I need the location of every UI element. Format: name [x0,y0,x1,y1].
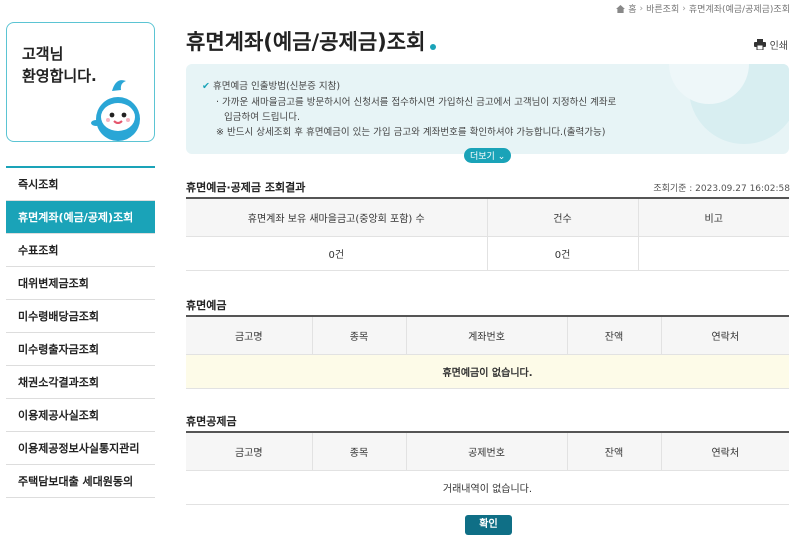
sidebar-item-subrogation[interactable]: 대위변제금조회 [6,267,155,300]
info-line-2: · 가까운 새마을금고를 방문하시어 신청서를 접수하시면 가입하신 금고에서 … [216,97,617,108]
breadcrumb-home[interactable]: 홈 [628,2,636,15]
deposit-title: 휴면예금 [186,299,227,312]
mascot-icon [91,80,140,141]
table-header-row: 금고명 종목 공제번호 잔액 연락처 [186,432,789,471]
table-cell: 0건 [487,236,639,271]
table-cell [638,236,789,271]
welcome-box: 고객님 환영합니다. [6,22,155,142]
table-header-row: 금고명 종목 계좌번호 잔액 연락처 [186,316,789,355]
table-row: 휴면예금이 없습니다. [186,354,789,389]
more-button[interactable]: 더보기 ⌄ [464,148,512,163]
mutual-table: 금고명 종목 공제번호 잔액 연락처 거래내역이 없습니다. [186,431,789,505]
table-header: 비고 [638,198,789,237]
table-row: 거래내역이 없습니다. [186,470,789,505]
result-title: 휴면예금·공제금 조회결과 [186,181,306,194]
mutual-title: 휴면공제금 [186,415,237,428]
sidebar-item-notification[interactable]: 이용제공정보사실통지관리 [6,432,155,465]
info-line-3: 입금하여 드립니다. [224,112,300,123]
info-line-1: ✔ 휴면예금 인출방법(신분증 지참) [202,81,341,92]
table-header: 종목 [312,432,407,471]
sidebar-item-check[interactable]: 수표조회 [6,234,155,267]
table-header: 금고명 [186,432,313,471]
sidebar-item-bond[interactable]: 채권소각결과조회 [6,366,155,399]
breadcrumb: 홈 › 바른조회 › 휴면계좌(예금/공제금)조회 [616,2,790,15]
side-menu: 즉시조회 휴면계좌(예금/공제)조회 수표조회 대위변제금조회 미수령배당금조회… [6,166,155,498]
page-title: 휴면계좌(예금/공제금)조회 [186,26,437,56]
confirm-button[interactable]: 확인 [465,515,512,535]
welcome-text: 고객님 환영합니다. [22,45,97,85]
chevron-down-icon: ⌄ [497,152,506,162]
table-header: 금고명 [186,316,313,355]
table-row: 0건 0건 [186,236,789,271]
info-box: ✔ 휴면예금 인출방법(신분증 지참) · 가까운 새마을금고를 방문하시어 신… [186,64,789,154]
table-header: 잔액 [567,432,662,471]
table-cell: 0건 [186,236,488,271]
table-header: 공제번호 [406,432,568,471]
home-icon[interactable] [616,4,626,13]
table-header: 종목 [312,316,407,355]
check-icon: ✔ [202,81,210,92]
empty-message: 휴면예금이 없습니다. [186,354,789,389]
sidebar-item-usage[interactable]: 이용제공사실조회 [6,399,155,432]
breadcrumb-current[interactable]: 휴면계좌(예금/공제금)조회 [689,2,790,15]
breadcrumb-category[interactable]: 바른조회 [646,2,679,15]
table-header: 휴면계좌 보유 새마을금고(중앙회 포함) 수 [186,198,488,237]
printer-icon [753,39,766,50]
empty-message: 거래내역이 없습니다. [186,470,789,505]
deposit-table: 금고명 종목 계좌번호 잔액 연락처 휴면예금이 없습니다. [186,315,789,389]
table-header-row: 휴면계좌 보유 새마을금고(중앙회 포함) 수 건수 비고 [186,198,789,237]
sidebar-item-dividend[interactable]: 미수령배당금조회 [6,300,155,333]
sidebar-item-instant[interactable]: 즉시조회 [6,168,155,201]
chevron-right-icon: › [682,3,686,14]
table-header: 연락처 [661,432,789,471]
sidebar-item-investment[interactable]: 미수령출자금조회 [6,333,155,366]
sidebar-item-dormant[interactable]: 휴면계좌(예금/공제)조회 [6,201,155,234]
title-dot [430,44,437,50]
query-time: 조회기준 : 2023.09.27 16:02:58 [653,184,790,194]
table-header: 계좌번호 [406,316,568,355]
result-table: 휴면계좌 보유 새마을금고(중앙회 포함) 수 건수 비고 0건 0건 [186,197,789,271]
info-line-4: ※ 반드시 상세조회 후 휴면예금이 있는 가입 금고와 계좌번호를 확인하셔야… [216,127,606,138]
print-button[interactable]: 인쇄 [753,37,788,52]
print-label: 인쇄 [769,41,788,52]
sidebar-item-mortgage[interactable]: 주택담보대출 세대원동의 [6,465,155,498]
table-header: 잔액 [567,316,662,355]
table-header: 연락처 [661,316,789,355]
chevron-right-icon: › [639,3,644,14]
table-header: 건수 [487,198,639,237]
